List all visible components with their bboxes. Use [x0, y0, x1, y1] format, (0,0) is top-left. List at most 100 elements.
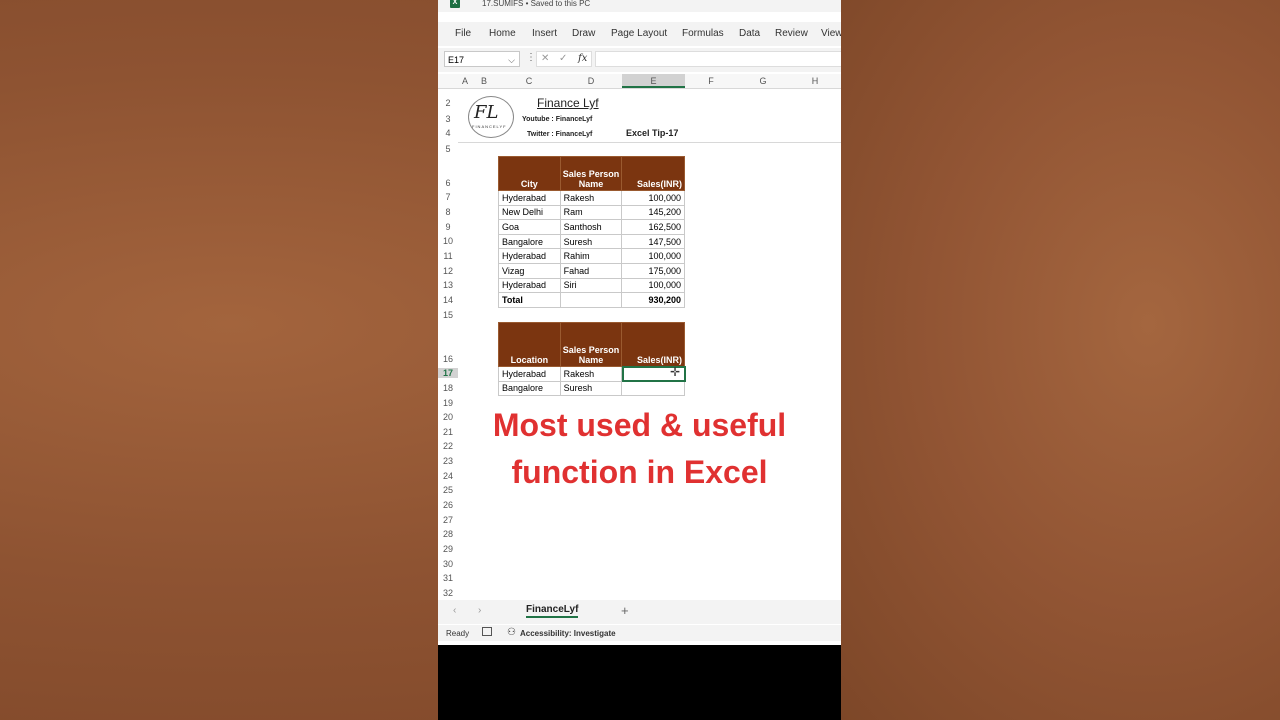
cell-location[interactable]: Hyderabad	[498, 366, 561, 382]
cancel-icon[interactable]: ✕	[541, 53, 549, 64]
row-6[interactable]: 6	[438, 178, 458, 188]
cell-sales[interactable]: 145,200	[621, 204, 685, 221]
cell-city[interactable]: Hyderabad	[498, 248, 561, 264]
header-salesperson: Sales Person Name	[559, 156, 623, 191]
cell-sales[interactable]: 100,000	[621, 190, 685, 206]
row-10[interactable]: 10	[438, 236, 458, 246]
title-bar: X 17.SUMIFS • Saved to this PC	[438, 0, 841, 12]
excel-tip-label: Excel Tip-17	[626, 128, 679, 138]
more-icon[interactable]: ⋮	[526, 52, 536, 63]
accessibility-icon[interactable]: ⚇	[507, 627, 516, 638]
row-31[interactable]: 31	[438, 573, 458, 583]
cell-sales[interactable]: 162,500	[621, 219, 685, 235]
col-h[interactable]: H	[789, 76, 841, 86]
cell-name[interactable]: Rahim	[559, 248, 623, 264]
next-sheet-icon[interactable]: ›	[478, 605, 481, 616]
menu-insert[interactable]: Insert	[532, 28, 557, 39]
cell-name[interactable]: Siri	[559, 277, 623, 294]
col-a[interactable]: A	[458, 76, 472, 86]
row-4[interactable]: 4	[438, 128, 458, 138]
cell-sales[interactable]	[621, 380, 685, 397]
macro-record-icon[interactable]	[482, 627, 492, 636]
cell-sales[interactable]: 175,000	[621, 262, 685, 279]
col-e[interactable]: E	[622, 74, 685, 88]
row-16[interactable]: 16	[438, 354, 458, 364]
cell-name[interactable]: Fahad	[559, 262, 623, 279]
cell-city[interactable]: Goa	[498, 219, 561, 235]
status-bar: Ready ⚇ Accessibility: Investigate	[438, 625, 841, 641]
cell-name[interactable]: Ram	[559, 204, 623, 221]
add-sheet-button[interactable]: +	[621, 603, 629, 618]
formula-buttons: ✕ ✓ fx	[536, 51, 592, 67]
menu-view[interactable]: View	[821, 28, 841, 39]
formula-input[interactable]	[595, 51, 841, 67]
row-5[interactable]: 5	[438, 144, 458, 154]
check-icon[interactable]: ✓	[559, 53, 567, 64]
logo-subtext: FINANCELYF	[472, 124, 507, 129]
menu-review[interactable]: Review	[775, 28, 808, 39]
row-18[interactable]: 18	[438, 383, 458, 393]
total-value[interactable]: 930,200	[621, 292, 685, 308]
cell-city[interactable]: Hyderabad	[498, 190, 561, 206]
prev-sheet-icon[interactable]: ‹	[453, 605, 456, 616]
table-row: Hyderabad Rahim 100,000	[498, 248, 685, 264]
row-13[interactable]: 13	[438, 280, 458, 290]
menu-file[interactable]: File	[455, 28, 471, 39]
cell-sales[interactable]: 100,000	[621, 277, 685, 294]
row-11[interactable]: 11	[438, 251, 458, 261]
cell-name[interactable]: Suresh	[559, 233, 623, 250]
menu-home[interactable]: Home	[489, 28, 516, 39]
col-f[interactable]: F	[685, 76, 737, 86]
col-d[interactable]: D	[560, 76, 622, 86]
cell-name[interactable]: Suresh	[559, 380, 623, 397]
menu-formulas[interactable]: Formulas	[682, 28, 724, 39]
row-17[interactable]: 17	[438, 368, 458, 378]
menu-data[interactable]: Data	[739, 28, 760, 39]
menu-page-layout[interactable]: Page Layout	[611, 28, 667, 39]
row-29[interactable]: 29	[438, 544, 458, 554]
row-3[interactable]: 3	[438, 114, 458, 124]
function-icon[interactable]: fx	[578, 53, 587, 64]
cell-location[interactable]: Bangalore	[498, 380, 561, 397]
accessibility-status[interactable]: Accessibility: Investigate	[520, 629, 616, 638]
table-row: Bangalore Suresh	[498, 380, 685, 397]
divider	[458, 142, 841, 143]
row-9[interactable]: 9	[438, 222, 458, 232]
cell-city[interactable]: Vizag	[498, 262, 561, 279]
row-8[interactable]: 8	[438, 207, 458, 217]
sheet-tab-financelyf[interactable]: FinanceLyf	[526, 604, 579, 618]
row-2[interactable]: 2	[438, 98, 458, 108]
cell-city[interactable]: Hyderabad	[498, 277, 561, 294]
col-g[interactable]: G	[737, 76, 789, 86]
name-box[interactable]: E17 ⌵	[444, 51, 520, 67]
cell-name[interactable]: Santhosh	[559, 219, 623, 235]
row-32[interactable]: 32	[438, 588, 458, 598]
row-26[interactable]: 26	[438, 500, 458, 510]
cell-sales[interactable]: 100,000	[621, 248, 685, 264]
row-28[interactable]: 28	[438, 529, 458, 539]
menu-draw[interactable]: Draw	[572, 28, 595, 39]
header-city: City	[498, 156, 561, 191]
row-27[interactable]: 27	[438, 515, 458, 525]
total-label[interactable]: Total	[498, 292, 561, 308]
status-ready: Ready	[446, 629, 470, 638]
chevron-down-icon[interactable]: ⌵	[508, 52, 515, 68]
row-14[interactable]: 14	[438, 295, 458, 305]
cell-name[interactable]: Rakesh	[559, 366, 623, 382]
row-7[interactable]: 7	[438, 192, 458, 202]
col-b[interactable]: B	[472, 76, 496, 86]
row-30[interactable]: 30	[438, 559, 458, 569]
cell-city[interactable]: New Delhi	[498, 204, 561, 221]
row-15[interactable]: 15	[438, 310, 458, 320]
total-empty-cell[interactable]	[559, 292, 623, 308]
cell-sales[interactable]: 147,500	[621, 233, 685, 250]
cell-city[interactable]: Bangalore	[498, 233, 561, 250]
document-title[interactable]: 17.SUMIFS • Saved to this PC	[482, 0, 590, 8]
row-12[interactable]: 12	[438, 266, 458, 276]
header-salesperson: Sales Person Name	[559, 322, 623, 367]
formula-bar: E17 ⌵ ⋮ ✕ ✓ fx	[438, 48, 841, 72]
table-row: Hyderabad Siri 100,000	[498, 277, 685, 294]
cell-name[interactable]: Rakesh	[559, 190, 623, 206]
col-c[interactable]: C	[498, 76, 560, 86]
table-row: Goa Santhosh 162,500	[498, 219, 685, 235]
